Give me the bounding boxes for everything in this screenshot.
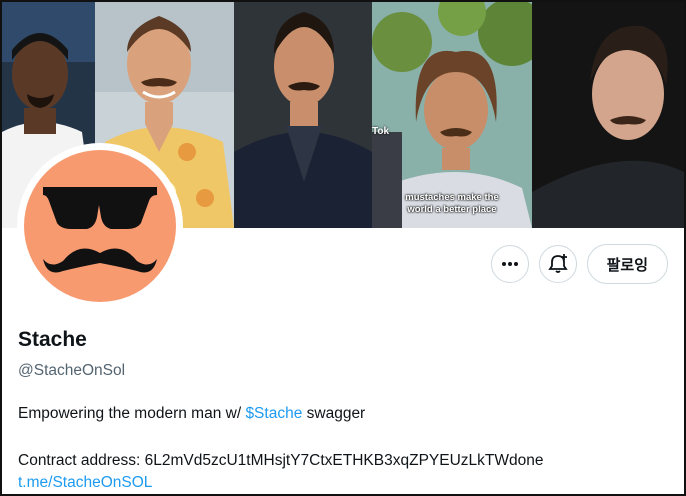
contract-address: Contract address: 6L2mVd5zcU1tMHsjtY7Ctx… <box>18 452 544 469</box>
profile-avatar[interactable] <box>21 147 179 305</box>
profile-card: Tok mustaches make the world a better pl… <box>0 0 686 496</box>
more-button[interactable] <box>490 245 529 283</box>
banner-photo-4: Tok mustaches make the world a better pl… <box>372 2 532 228</box>
profile-handle: @StacheOnSol <box>18 362 126 379</box>
sunglasses-mustache-icon <box>24 150 176 302</box>
telegram-link[interactable]: t.me/StacheOnSOL <box>18 472 152 493</box>
banner-caption-text: mustaches make the world a better place <box>405 192 499 215</box>
more-dots-icon <box>501 262 518 266</box>
banner-caption: mustaches make the world a better place <box>372 192 532 216</box>
bio-text-prefix: Empowering the modern man w/ <box>18 405 246 422</box>
bio-text-suffix: swagger <box>302 405 366 422</box>
banner-photo-5 <box>532 2 684 228</box>
banner-photo-3 <box>234 2 372 228</box>
profile-bio: Empowering the modern man w/ $Stache swa… <box>18 403 365 424</box>
profile-actions: 팔로잉 <box>490 244 668 284</box>
cashtag-link[interactable]: $Stache <box>245 405 302 422</box>
following-button[interactable]: 팔로잉 <box>586 244 668 284</box>
tiktok-tag: Tok <box>372 126 390 137</box>
notify-button[interactable] <box>538 245 577 283</box>
profile-name: Stache <box>18 328 87 351</box>
bell-plus-icon <box>547 254 568 273</box>
